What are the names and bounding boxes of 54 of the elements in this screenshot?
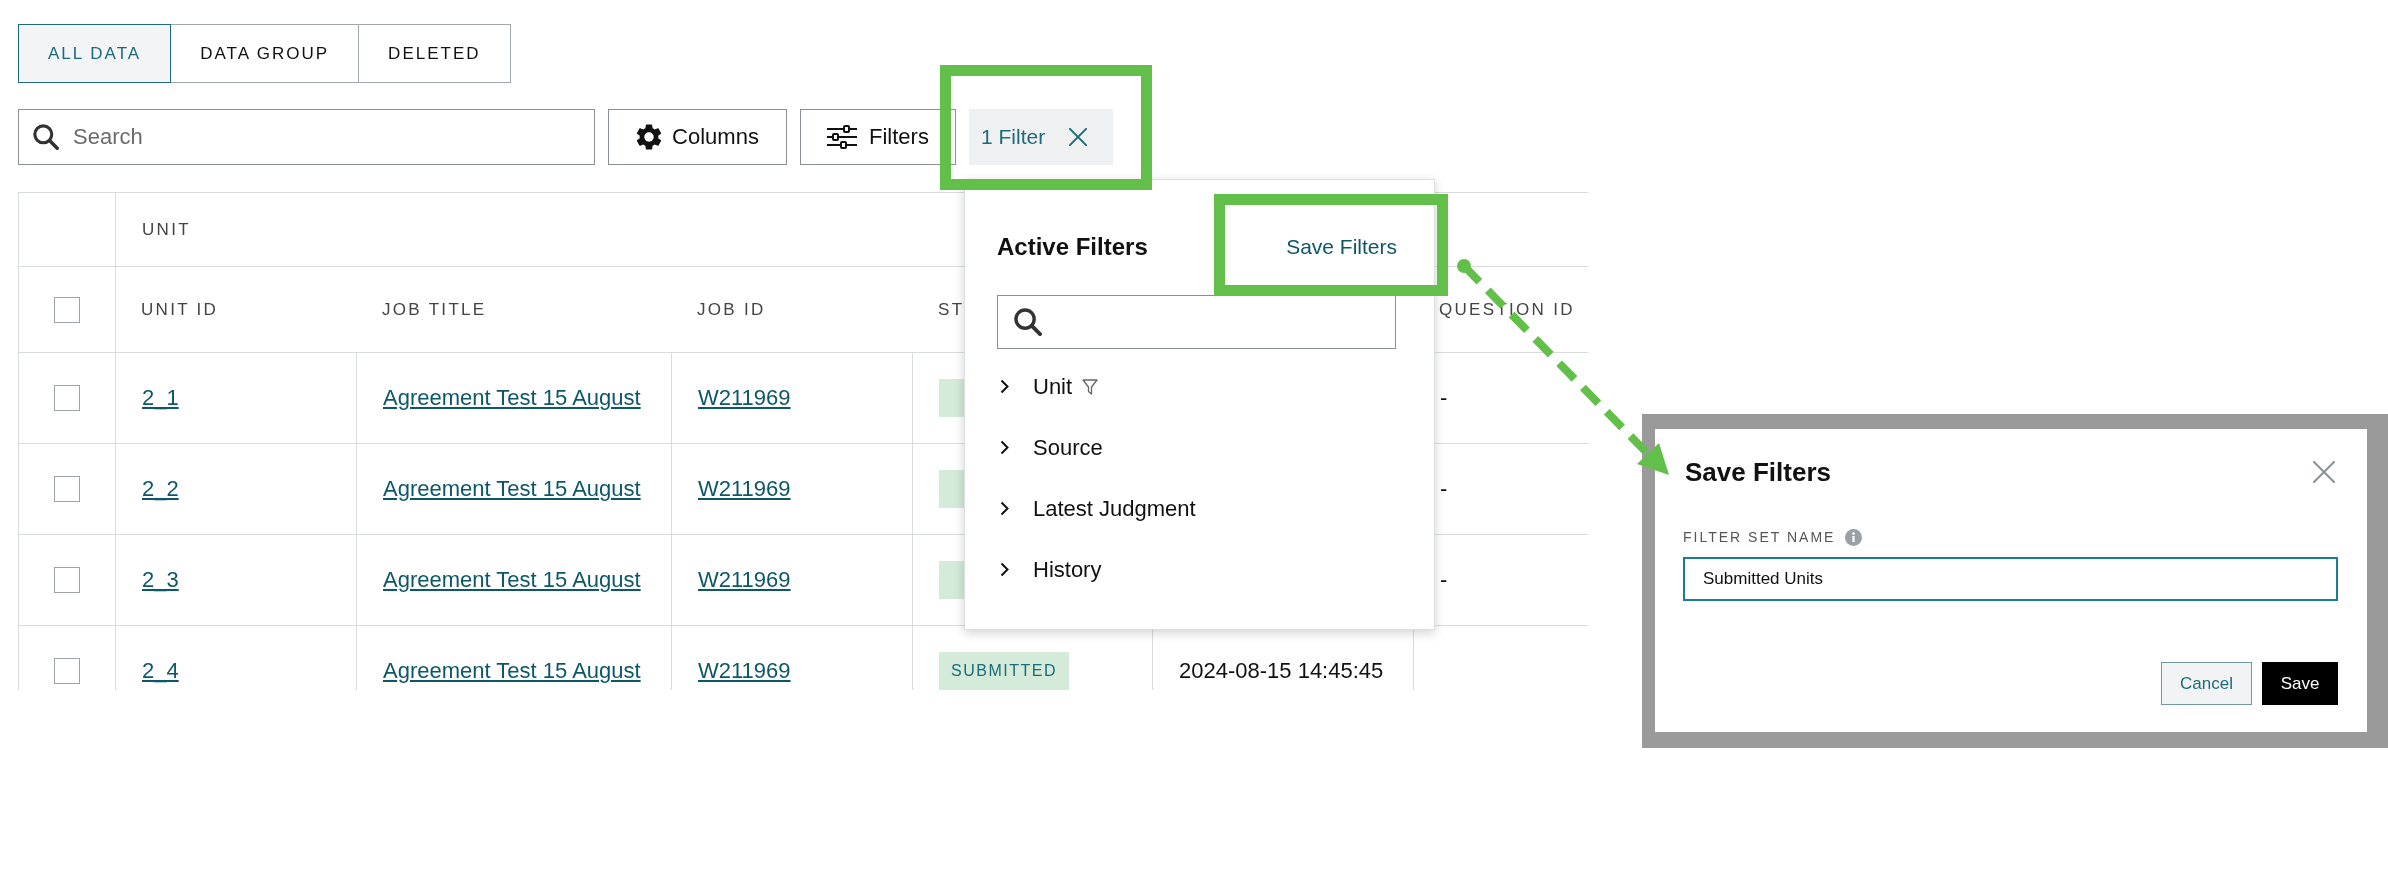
column-header: JOB ID	[697, 299, 766, 320]
tab[interactable]: DATA GROUP	[170, 24, 360, 83]
dialog-title: Save Filters	[1685, 456, 1831, 488]
column-group-header: UNIT	[142, 219, 191, 240]
filters-button[interactable]: Filters	[800, 109, 956, 165]
table-cell: -	[1440, 567, 1448, 593]
checkbox[interactable]	[54, 476, 80, 502]
search-icon	[1014, 308, 1042, 336]
search-icon	[33, 124, 59, 150]
field-label: FILTER SET NAME	[1683, 529, 1836, 545]
save-filters-link[interactable]: Save Filters	[1286, 235, 1397, 259]
unit-id-link[interactable]: 2_3	[142, 567, 179, 593]
save-button[interactable]: Save	[2262, 662, 2338, 705]
job-title-link[interactable]: Agreement Test 15 August	[383, 658, 641, 684]
info-icon[interactable]	[1845, 528, 1863, 546]
job-title-link[interactable]: Agreement Test 15 August	[383, 567, 641, 593]
search-field[interactable]: Search	[18, 109, 595, 165]
column-header: ST	[938, 299, 965, 320]
job-id-link[interactable]: W211969	[698, 658, 791, 684]
filter-category[interactable]: Source	[997, 417, 1105, 478]
column-header: UNIT ID	[141, 299, 219, 320]
column-header: JOB TITLE	[382, 299, 487, 320]
checkbox[interactable]	[54, 296, 80, 323]
table-cell: -	[1440, 385, 1448, 411]
job-id-link[interactable]: W211969	[698, 476, 791, 502]
gear-icon	[636, 124, 663, 150]
tab[interactable]: ALL DATA	[18, 24, 172, 83]
job-id-link[interactable]: W211969	[698, 385, 791, 411]
unit-id-link[interactable]: 2_2	[142, 476, 179, 502]
timestamp: 2024-08-15 14:45:45	[1179, 658, 1384, 684]
close-icon	[1069, 128, 1088, 146]
filter-category[interactable]: History	[997, 539, 1104, 600]
filter-set-name-input[interactable]: Submitted Units	[1683, 557, 2338, 601]
tab[interactable]: DELETED	[358, 24, 511, 83]
status-badge: SUBMITTED	[939, 652, 1069, 690]
unit-id-link[interactable]: 2_4	[142, 658, 179, 684]
unit-id-link[interactable]: 2_1	[142, 385, 179, 411]
filter-chip[interactable]: 1 Filter	[969, 109, 1113, 165]
filter-category[interactable]: Latest Judgment	[997, 478, 1198, 539]
filter-category[interactable]: Unit	[997, 356, 1101, 417]
job-title-link[interactable]: Agreement Test 15 August	[383, 385, 641, 411]
cancel-button[interactable]: Cancel	[2161, 662, 2252, 705]
job-id-link[interactable]: W211969	[698, 567, 791, 593]
checkbox[interactable]	[54, 658, 80, 684]
dropdown-title: Active Filters	[997, 233, 1148, 261]
checkbox[interactable]	[54, 567, 80, 593]
job-title-link[interactable]: Agreement Test 15 August	[383, 476, 641, 502]
checkbox[interactable]	[54, 385, 80, 411]
column-header: QUESTION ID	[1439, 299, 1575, 320]
columns-button[interactable]: Columns	[608, 109, 787, 165]
sliders-icon	[827, 125, 858, 149]
close-icon[interactable]	[2313, 461, 2335, 483]
table-cell: -	[1440, 476, 1448, 502]
filter-search-field[interactable]	[997, 295, 1396, 349]
